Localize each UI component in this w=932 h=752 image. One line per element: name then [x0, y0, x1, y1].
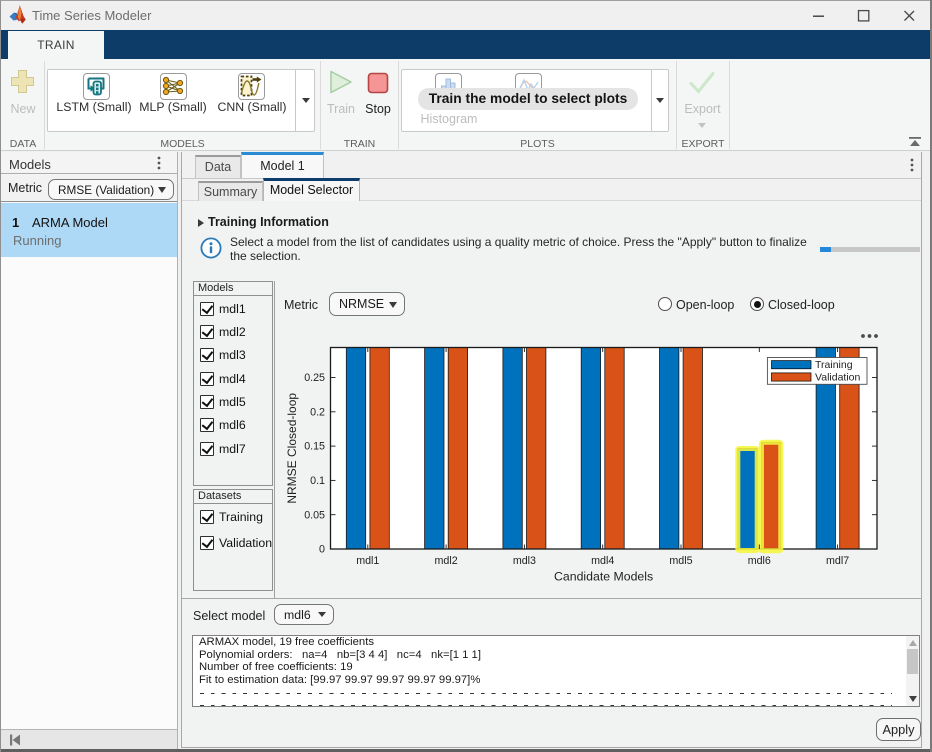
- svg-text:0.15: 0.15: [304, 441, 325, 453]
- svg-text:0: 0: [319, 544, 325, 556]
- svg-text:Validation: Validation: [815, 371, 860, 383]
- svg-text:0.05: 0.05: [304, 509, 325, 521]
- svg-text:0.25: 0.25: [304, 372, 325, 384]
- svg-text:Candidate Models: Candidate Models: [554, 570, 653, 584]
- svg-text:Training: Training: [815, 359, 853, 371]
- svg-text:0.1: 0.1: [310, 475, 325, 487]
- svg-text:mdl3: mdl3: [513, 555, 536, 567]
- svg-text:mdl6: mdl6: [748, 555, 771, 567]
- svg-text:mdl5: mdl5: [669, 555, 692, 567]
- svg-text:NRMSE Closed-loop: NRMSE Closed-loop: [285, 393, 299, 504]
- svg-text:mdl1: mdl1: [356, 555, 379, 567]
- svg-text:mdl2: mdl2: [435, 555, 458, 567]
- svg-text:mdl4: mdl4: [591, 555, 614, 567]
- svg-text:0.2: 0.2: [310, 406, 325, 418]
- svg-text:mdl7: mdl7: [826, 555, 849, 567]
